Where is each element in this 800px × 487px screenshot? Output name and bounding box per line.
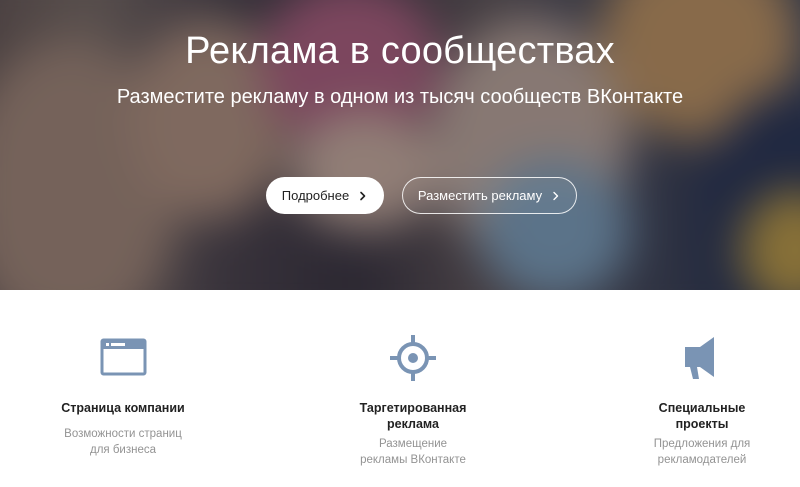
chevron-right-icon bbox=[553, 191, 559, 200]
page-subtitle: Разместите рекламу в одном из тысяч сооб… bbox=[116, 86, 684, 108]
feature-description: Предложения для рекламодателей bbox=[653, 438, 751, 466]
place-ad-button[interactable]: Разместить рекламу bbox=[402, 177, 577, 214]
feature-description: Размещение рекламы ВКонтакте bbox=[360, 438, 466, 466]
feature-title: Специальные проекты bbox=[658, 401, 746, 431]
place-ad-button-label: Разместить рекламу bbox=[417, 188, 543, 203]
browser-window-icon bbox=[100, 338, 147, 376]
hero-banner: Реклама в сообществах Разместите рекламу… bbox=[0, 0, 800, 290]
feature-company-page[interactable]: Страница компании Возможности страниц дл… bbox=[23, 332, 223, 458]
feature-targeted-ads[interactable]: Таргетированная реклама Размещение рекла… bbox=[313, 332, 513, 468]
feature-title: Таргетированная реклама bbox=[359, 401, 467, 431]
feature-description: Возможности страниц для бизнеса bbox=[64, 428, 182, 456]
chevron-right-icon bbox=[360, 191, 366, 200]
page-title: Реклама в сообществах bbox=[185, 30, 615, 72]
feature-special-projects[interactable]: Специальные проекты Предложения для рекл… bbox=[602, 332, 800, 468]
feature-title: Страница компании bbox=[61, 401, 185, 415]
more-button[interactable]: Подробнее bbox=[266, 177, 384, 214]
target-icon bbox=[390, 335, 436, 381]
megaphone-icon bbox=[685, 337, 714, 379]
more-button-label: Подробнее bbox=[281, 188, 350, 203]
